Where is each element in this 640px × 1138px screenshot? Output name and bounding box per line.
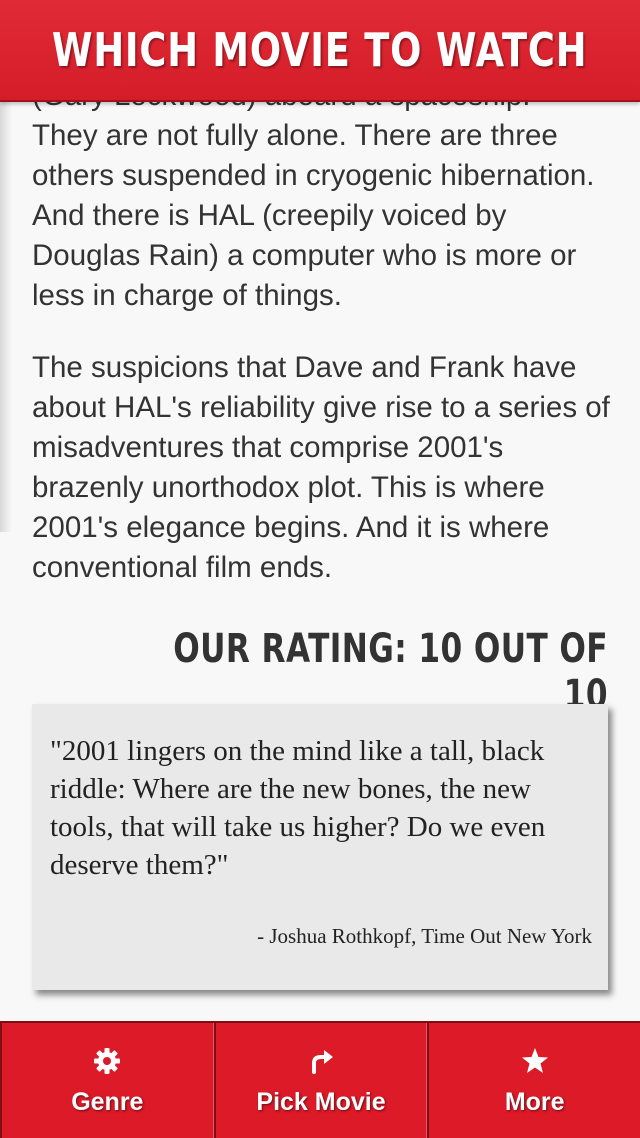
scroll-shade (0, 100, 12, 532)
tab-genre-label: Genre (71, 1088, 144, 1116)
critic-quote-box: "2001 lingers on the mind like a tall, b… (32, 704, 608, 990)
star-icon (518, 1044, 552, 1078)
review-content: (Gary Lockwood) aboard a spaceship. They… (32, 76, 612, 718)
critic-quote-source: - Joshua Rothkopf, Time Out New York (257, 924, 592, 948)
gear-icon (90, 1044, 124, 1078)
critic-quote-text: "2001 lingers on the mind like a tall, b… (50, 735, 546, 881)
review-scroll-area[interactable]: (Gary Lockwood) aboard a spaceship. They… (0, 0, 640, 1136)
review-paragraph-2: The suspicions that Dave and Frank have … (32, 351, 610, 584)
review-paragraph-1: They are not fully alone. There are thre… (32, 119, 595, 312)
tab-pick-movie-label: Pick Movie (256, 1088, 386, 1116)
app-header: WHICH MOVIE TO WATCH (0, 0, 640, 102)
tab-more[interactable]: More (427, 1023, 640, 1138)
tab-more-label: More (504, 1088, 565, 1116)
app-title: WHICH MOVIE TO WATCH (52, 23, 588, 77)
tab-genre[interactable]: Genre (0, 1023, 214, 1138)
redo-arrow-icon (304, 1044, 338, 1078)
bottom-tab-bar: Genre Pick Movie More (0, 1021, 640, 1138)
tab-pick-movie[interactable]: Pick Movie (213, 1023, 428, 1138)
